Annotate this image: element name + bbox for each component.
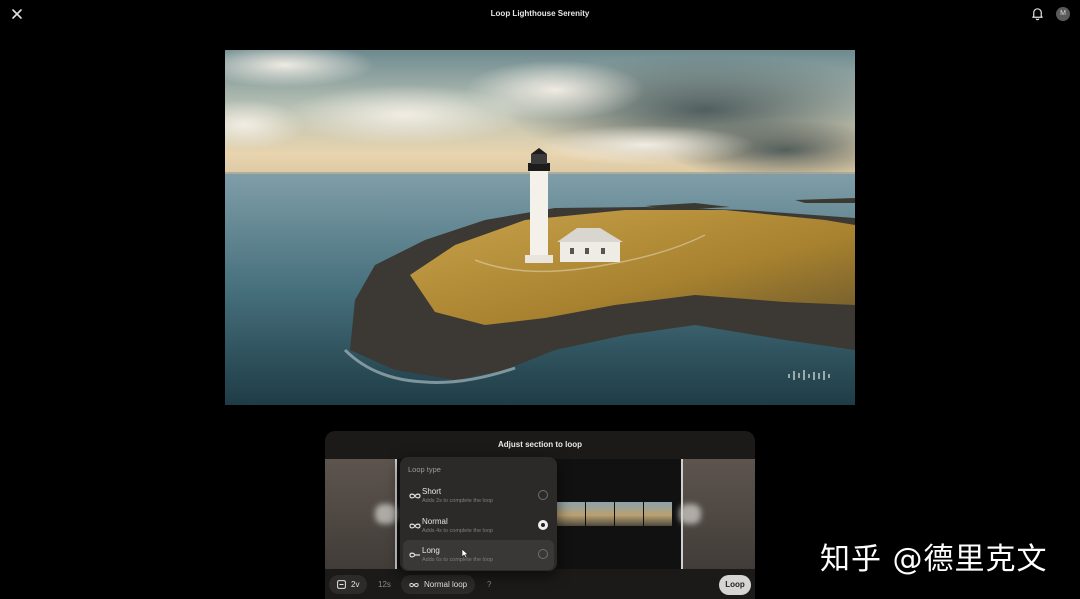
option-description: Adds 2s to complete the loop (422, 498, 493, 504)
length-button[interactable]: 12s (370, 575, 399, 594)
waveform-icon (788, 370, 830, 380)
radio-short[interactable] (538, 490, 548, 500)
loop-type-dropdown: Loop type Short Adds 2s to complete the … (400, 457, 557, 571)
loop-icon (409, 552, 420, 558)
option-description: Adds 4s to complete the loop (422, 528, 493, 534)
watermark: 知乎 @德里克文 (820, 542, 1048, 577)
duration-label: 2v (351, 580, 360, 589)
page-title: Loop Lighthouse Serenity (490, 9, 590, 18)
frame-thumbnail (557, 502, 585, 526)
help-button[interactable]: ? (479, 575, 499, 594)
panel-controls: 2v 12s Normal loop ? Loop (325, 575, 755, 599)
help-label: ? (487, 580, 492, 589)
option-label: Normal (422, 517, 448, 526)
dropdown-header: Loop type (408, 465, 441, 474)
loop-button[interactable]: Loop (719, 575, 751, 595)
range-handle-end[interactable] (679, 504, 701, 524)
frame-thumbnail (586, 502, 614, 526)
bell-icon[interactable] (1030, 6, 1045, 21)
loop-option-normal[interactable]: Normal Adds 4s to complete the loop (403, 511, 554, 541)
loop-option-short[interactable]: Short Adds 2s to complete the loop (403, 481, 554, 511)
loop-icon (409, 493, 421, 499)
video-preview[interactable] (225, 50, 855, 405)
length-label: 12s (378, 580, 391, 589)
loop-icon (409, 523, 421, 529)
frame-thumbnails (557, 502, 673, 526)
radio-long[interactable] (538, 549, 548, 559)
radio-normal[interactable] (538, 520, 548, 530)
loop-type-button[interactable]: Normal loop (401, 575, 476, 594)
cursor-icon (461, 548, 469, 559)
avatar[interactable]: M (1056, 7, 1070, 21)
frame-thumbnail (644, 502, 672, 526)
loop-type-label: Normal loop (424, 580, 468, 589)
top-bar: Loop Lighthouse Serenity M (0, 0, 1080, 28)
lighthouse-scene-image (225, 50, 855, 405)
frame-thumbnail (615, 502, 643, 526)
option-label: Long (422, 546, 440, 555)
loop-option-long[interactable]: Long Adds 6s to complete the loop (403, 540, 554, 570)
range-handle-start[interactable] (375, 504, 397, 524)
calendar-icon (337, 580, 346, 589)
panel-title: Adjust section to loop (498, 440, 582, 449)
option-description: Adds 6s to complete the loop (422, 557, 493, 563)
loop-icon (409, 582, 419, 587)
duration-button[interactable]: 2v (329, 575, 368, 594)
option-label: Short (422, 487, 442, 496)
